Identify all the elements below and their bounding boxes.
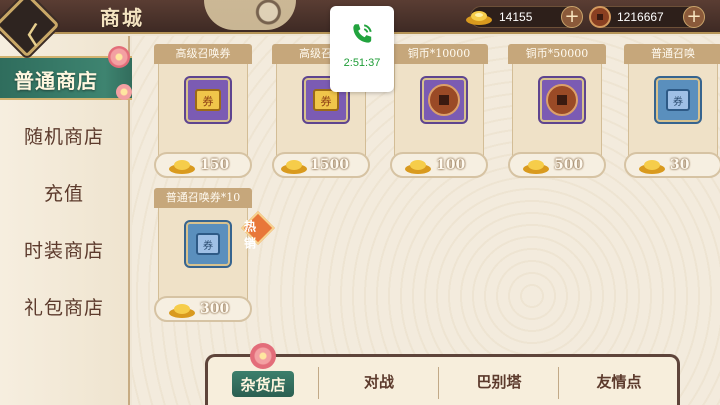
- shop-item-card[interactable]: 普通召唤 券 30: [624, 44, 720, 178]
- flower-decoration: [108, 46, 130, 68]
- sidebar-item-random-store[interactable]: 随机商店: [0, 122, 128, 149]
- item-title: 铜币*10000: [390, 44, 488, 64]
- tab-divider: [318, 367, 319, 399]
- copper-coin-icon: [540, 78, 584, 122]
- tab-friendship-points[interactable]: 友情点: [560, 371, 678, 392]
- badge-label: 热销: [244, 219, 257, 251]
- copper-amount: 1216667: [617, 10, 664, 24]
- shop-grid: 高级召唤券 券 150 高级召唤 券 1500 铜币*10000 100 铜币*…: [132, 36, 720, 405]
- price-tag[interactable]: 150: [154, 152, 252, 178]
- tab-divider: [438, 367, 439, 399]
- gold-currency-display: 14155 +: [466, 6, 583, 28]
- svg-text:券: 券: [203, 94, 214, 108]
- tab-general-goods[interactable]: 杂货店: [232, 371, 294, 397]
- price-tag[interactable]: 100: [390, 152, 488, 178]
- tab-babel-tower[interactable]: 巴别塔: [440, 371, 558, 392]
- call-indicator[interactable]: 2:51:37: [330, 6, 394, 92]
- call-duration: 2:51:37: [343, 57, 381, 69]
- flower-decoration: [250, 343, 276, 369]
- copper-currency-display: 1216667 +: [589, 6, 705, 28]
- svg-text:券: 券: [203, 239, 213, 252]
- cloud-decoration: [204, 0, 296, 30]
- sidebar-item-recharge[interactable]: 充值: [0, 179, 128, 206]
- page-title: 商城: [100, 6, 144, 30]
- phone-call-icon: [353, 24, 372, 43]
- price-tag[interactable]: 30: [624, 152, 720, 178]
- add-copper-button[interactable]: +: [683, 6, 705, 28]
- item-price: 500: [554, 157, 584, 173]
- copper-coin-icon: [422, 78, 466, 122]
- item-price: 150: [200, 157, 230, 173]
- item-price: 300: [200, 301, 230, 317]
- price-tag[interactable]: 1500: [272, 152, 370, 178]
- item-title: 高级召唤券: [154, 44, 252, 64]
- gold-ingot-icon: [405, 160, 431, 174]
- sidebar-item-label: 普通商店: [14, 69, 98, 93]
- tab-divider: [558, 367, 559, 399]
- svg-text:券: 券: [673, 95, 683, 108]
- tab-battle[interactable]: 对战: [320, 371, 438, 392]
- item-price: 100: [436, 157, 466, 173]
- svg-text:券: 券: [321, 94, 332, 108]
- summon-ticket-gold-icon: 券: [186, 78, 230, 122]
- gold-ingot-icon: [639, 160, 665, 174]
- summon-ticket-blue-icon: 券: [186, 222, 230, 266]
- item-title: 普通召唤券*10: [154, 188, 252, 208]
- sidebar-item-gift-store[interactable]: 礼包商店: [0, 293, 128, 320]
- copper-coin-icon: [589, 6, 611, 28]
- item-title: 普通召唤: [624, 44, 720, 64]
- tab-label: 杂货店: [240, 376, 286, 394]
- price-tag[interactable]: 300: [154, 296, 252, 322]
- back-arrow-icon: 〈: [13, 21, 38, 50]
- gold-ingot-icon: [523, 160, 549, 174]
- gold-ingot-icon: [169, 304, 195, 318]
- bottom-tab-bar: 杂货店 对战 巴别塔 友情点: [205, 343, 680, 405]
- shop-item-card[interactable]: 高级召唤券 券 150: [154, 44, 252, 178]
- price-tag[interactable]: 500: [508, 152, 606, 178]
- item-price: 30: [670, 157, 690, 173]
- flower-decoration: [116, 84, 132, 100]
- item-price: 1500: [310, 157, 349, 173]
- shop-category-sidebar: 普通商店 随机商店 充值 时装商店 礼包商店: [0, 36, 150, 405]
- gold-ingot-icon: [466, 11, 492, 25]
- gold-ingot-icon: [281, 160, 307, 174]
- add-gold-button[interactable]: +: [561, 6, 583, 28]
- sidebar-item-fashion-store[interactable]: 时装商店: [0, 236, 128, 263]
- shop-item-card[interactable]: 普通召唤券*10 券 300: [154, 188, 252, 322]
- title-banner: 商城: [44, 0, 296, 34]
- shop-item-card[interactable]: 铜币*10000 100: [390, 44, 488, 178]
- gold-ingot-icon: [169, 160, 195, 174]
- shop-item-card[interactable]: 铜币*50000 500: [508, 44, 606, 178]
- summon-ticket-blue-icon: 券: [656, 78, 700, 122]
- item-title: 铜币*50000: [508, 44, 606, 64]
- gold-amount: 14155: [499, 10, 533, 24]
